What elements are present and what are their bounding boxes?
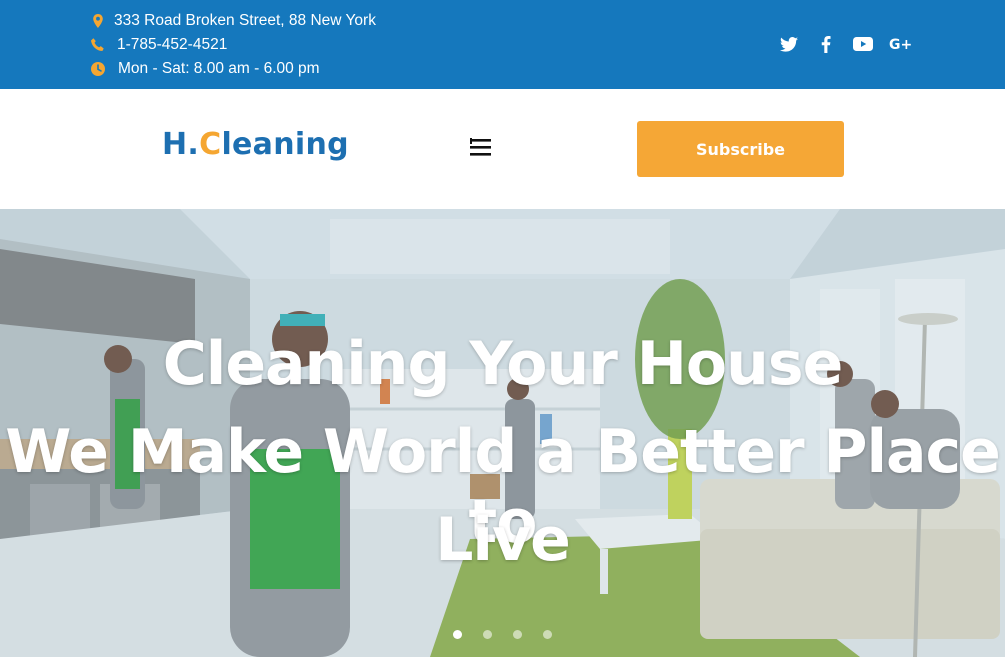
phone-line: 1-785-452-4521 bbox=[90, 34, 227, 56]
youtube-icon[interactable] bbox=[852, 33, 874, 55]
hours-text: Mon - Sat: 8.00 am - 6.00 pm bbox=[118, 60, 320, 77]
site-header: H.Cleaning Subscribe bbox=[0, 89, 1005, 209]
hero-slider: Cleaning Your House We Make World a Bett… bbox=[0, 209, 1005, 657]
subscribe-button[interactable]: Subscribe bbox=[637, 121, 844, 177]
address-line: 333 Road Broken Street, 88 New York bbox=[90, 10, 376, 32]
twitter-icon[interactable] bbox=[778, 33, 800, 55]
map-pin-icon bbox=[90, 13, 106, 29]
logo-accent: C bbox=[199, 127, 222, 162]
site-logo[interactable]: H.Cleaning bbox=[162, 127, 349, 162]
slide-dot-3[interactable] bbox=[513, 630, 522, 639]
logo-prefix: H. bbox=[162, 127, 200, 162]
clock-icon bbox=[90, 61, 106, 77]
phone-text[interactable]: 1-785-452-4521 bbox=[117, 36, 227, 54]
address-text: 333 Road Broken Street, 88 New York bbox=[114, 12, 376, 29]
hero-heading-line-1: Cleaning Your House bbox=[162, 329, 844, 399]
google-plus-icon[interactable]: G+ bbox=[889, 33, 911, 55]
top-info-bar: 333 Road Broken Street, 88 New York 1-78… bbox=[0, 0, 1005, 89]
hamburger-menu-icon[interactable] bbox=[469, 136, 493, 158]
social-links: G+ bbox=[778, 33, 911, 55]
phone-icon bbox=[90, 37, 106, 53]
slide-dot-2[interactable] bbox=[483, 630, 492, 639]
svg-text:G+: G+ bbox=[889, 37, 911, 51]
slider-pagination bbox=[453, 630, 552, 639]
logo-rest: leaning bbox=[221, 127, 349, 162]
slide-dot-4[interactable] bbox=[543, 630, 552, 639]
slide-dot-1[interactable] bbox=[453, 630, 462, 639]
hours-line: Mon - Sat: 8.00 am - 6.00 pm bbox=[90, 58, 320, 80]
facebook-icon[interactable] bbox=[815, 33, 837, 55]
hero-heading-line-3: Live bbox=[435, 505, 571, 575]
